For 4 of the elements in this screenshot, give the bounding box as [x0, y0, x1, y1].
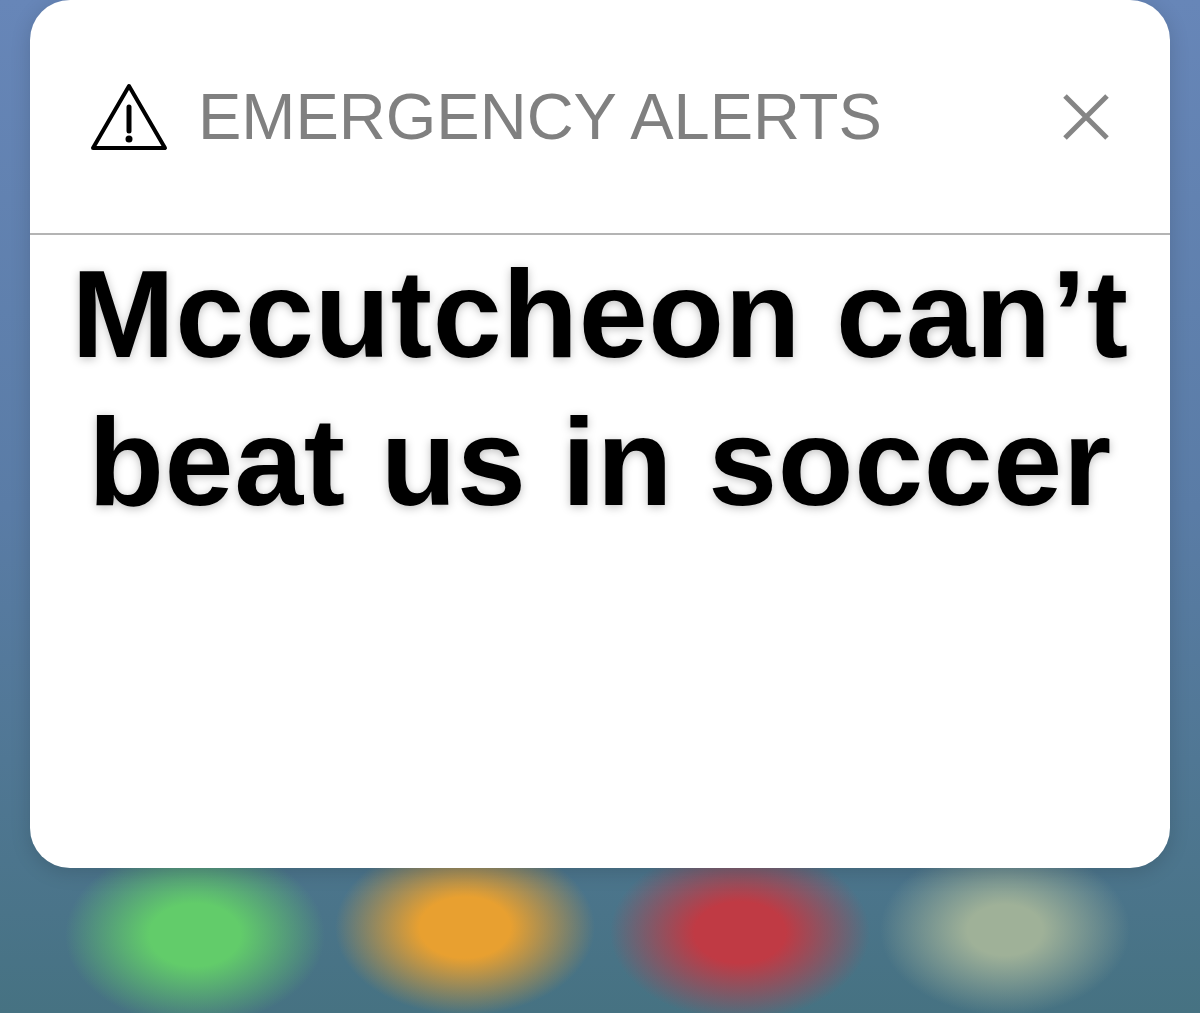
close-icon	[1063, 93, 1109, 140]
alert-message: Mccutcheon can’t beat us in soccer	[70, 244, 1130, 533]
warning-icon	[90, 82, 168, 151]
alert-title: EMERGENCY ALERTS	[198, 84, 882, 149]
